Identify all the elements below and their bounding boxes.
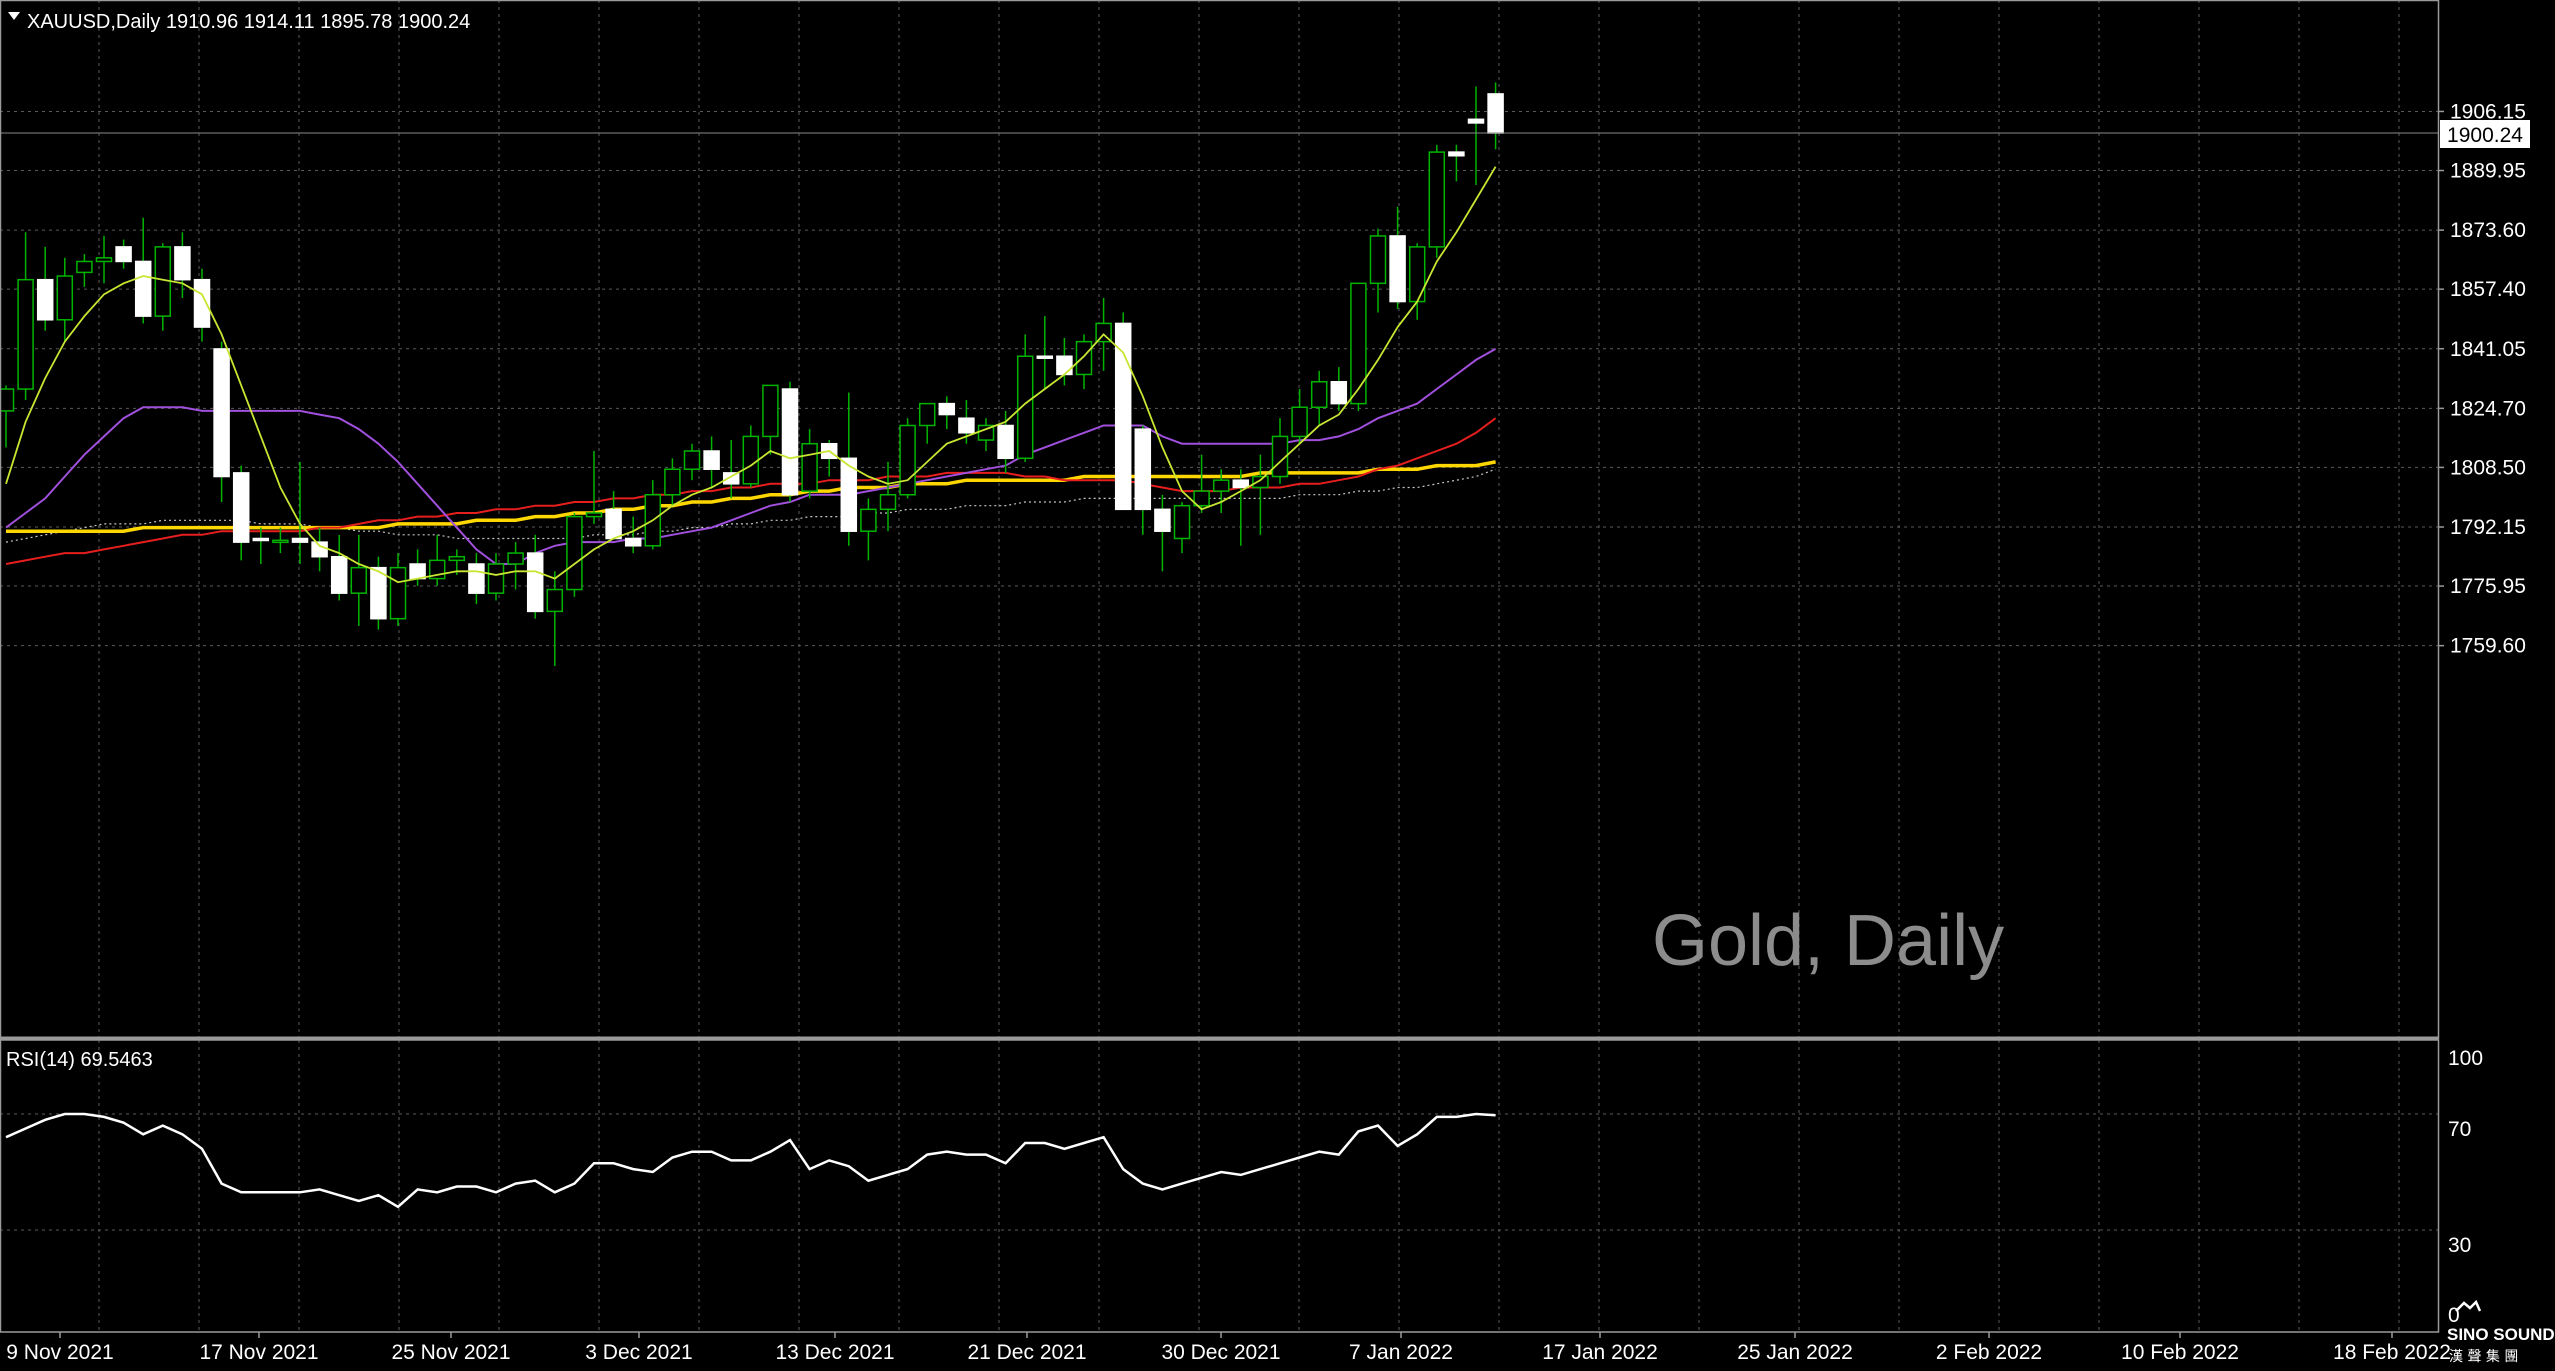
candle-bear — [330, 555, 348, 594]
date-tick-label: 10 Feb 2022 — [2121, 1341, 2239, 1364]
price-tick-label: 1873.60 — [2450, 219, 2526, 242]
date-tick-label: 30 Dec 2021 — [1161, 1341, 1280, 1364]
candle-bull — [1428, 151, 1446, 248]
price-tick-label: 1857.40 — [2450, 278, 2526, 301]
candle-bear — [252, 537, 270, 542]
candle-bull — [899, 424, 916, 496]
candle-bear — [174, 246, 191, 281]
candle-bull — [1075, 340, 1093, 376]
candle-bear — [370, 566, 387, 620]
candle-bull — [487, 563, 505, 594]
candle-bull — [566, 515, 583, 591]
candle-bear — [703, 450, 720, 470]
candle-bull — [389, 566, 407, 620]
candle-bull — [585, 512, 603, 518]
logo-subtext: 漢 聲 集 團 — [2449, 1348, 2518, 1365]
candle-bull — [17, 278, 34, 390]
candle-bull — [448, 555, 466, 562]
candle-bear — [134, 260, 152, 317]
candle-bull — [56, 275, 74, 321]
candle-bull — [879, 493, 897, 511]
current-price-label: 1900.24 — [2447, 124, 2523, 147]
candle-bear — [1487, 93, 1504, 134]
trading-chart: XAUUSD,Daily 1910.96 1914.11 1895.78 190… — [0, 0, 2555, 1371]
price-tick-label: 1808.50 — [2450, 456, 2526, 479]
candle-bear — [1056, 355, 1073, 376]
chart-background — [0, 0, 2555, 1371]
candle-bull — [0, 388, 15, 412]
candle-bull — [762, 384, 779, 438]
candle-bear — [213, 348, 230, 478]
symbol-header: XAUUSD,Daily 1910.96 1914.11 1895.78 190… — [27, 11, 470, 33]
candle-bear — [624, 537, 642, 547]
candle-bull — [683, 450, 701, 470]
candle-bull — [1173, 504, 1191, 540]
candle-bear — [997, 424, 1014, 460]
date-tick-label: 3 Dec 2021 — [585, 1341, 692, 1364]
date-tick-label: 17 Nov 2021 — [199, 1341, 318, 1364]
candle-bull — [742, 435, 760, 485]
candle-bear — [1232, 479, 1250, 489]
candle-bear — [781, 388, 799, 496]
logo-text: SINO SOUND — [2447, 1325, 2555, 1344]
rsi-level-30: 30 — [2448, 1234, 2471, 1257]
rsi-level-100: 100 — [2448, 1047, 2483, 1070]
candle-bear — [468, 563, 485, 594]
candle-bull — [350, 566, 368, 594]
rsi-level-70: 70 — [2448, 1118, 2471, 1141]
candle-bull — [1369, 235, 1387, 285]
candle-bull — [546, 588, 564, 613]
candle-bull — [1408, 246, 1426, 303]
candle-bull — [1350, 282, 1367, 405]
date-tick-label: 13 Dec 2021 — [775, 1341, 894, 1364]
date-tick-label: 9 Nov 2021 — [6, 1341, 113, 1364]
candle-bear — [232, 472, 250, 543]
candle-bear — [1154, 508, 1171, 532]
candle-bear — [1036, 355, 1054, 359]
candle-bear — [1448, 151, 1465, 157]
price-tick-label: 1841.05 — [2450, 338, 2526, 361]
candle-bear — [311, 541, 328, 558]
date-tick-label: 2 Feb 2022 — [1936, 1341, 2042, 1364]
date-tick-label: 17 Jan 2022 — [1542, 1341, 1658, 1364]
price-tick-label: 1889.95 — [2450, 160, 2526, 183]
date-tick-label: 18 Feb 2022 — [2333, 1341, 2451, 1364]
candle-bear — [1114, 322, 1132, 511]
date-tick-label: 25 Nov 2021 — [391, 1341, 510, 1364]
candle-bull — [1252, 475, 1269, 489]
candle-bull — [272, 539, 289, 544]
rsi-label: RSI(14) 69.5463 — [6, 1049, 153, 1071]
candle-bull — [507, 552, 524, 565]
price-tick-label: 1824.70 — [2450, 397, 2526, 420]
candle-bull — [95, 257, 113, 263]
candle-bear — [1389, 235, 1406, 303]
candle-bear — [1467, 118, 1485, 124]
candle-bull — [1310, 380, 1328, 409]
candle-bear — [526, 552, 544, 613]
chart-watermark: Gold, Daily — [1652, 901, 2004, 981]
date-tick-label: 7 Jan 2022 — [1349, 1341, 1453, 1364]
price-tick-label: 1775.95 — [2450, 575, 2526, 598]
candle-bear — [938, 402, 956, 416]
candle-bull — [801, 442, 818, 492]
candle-bear — [291, 537, 309, 543]
price-tick-label: 1792.15 — [2450, 516, 2526, 539]
candle-bear — [1330, 380, 1348, 405]
candle-bear — [958, 417, 975, 434]
price-tick-label: 1759.60 — [2450, 635, 2526, 658]
candle-bear — [36, 278, 54, 321]
date-tick-label: 21 Dec 2021 — [967, 1341, 1086, 1364]
candle-bear — [1134, 428, 1152, 511]
date-tick-label: 25 Jan 2022 — [1737, 1341, 1853, 1364]
candle-bull — [860, 508, 877, 532]
candle-bull — [664, 468, 681, 496]
candle-bear — [409, 563, 426, 580]
candle-bull — [76, 260, 93, 274]
candle-bull — [1291, 406, 1308, 438]
candle-bear — [605, 508, 622, 540]
candle-bull — [918, 402, 936, 427]
candle-bull — [1212, 479, 1230, 492]
candle-bear — [115, 246, 132, 263]
